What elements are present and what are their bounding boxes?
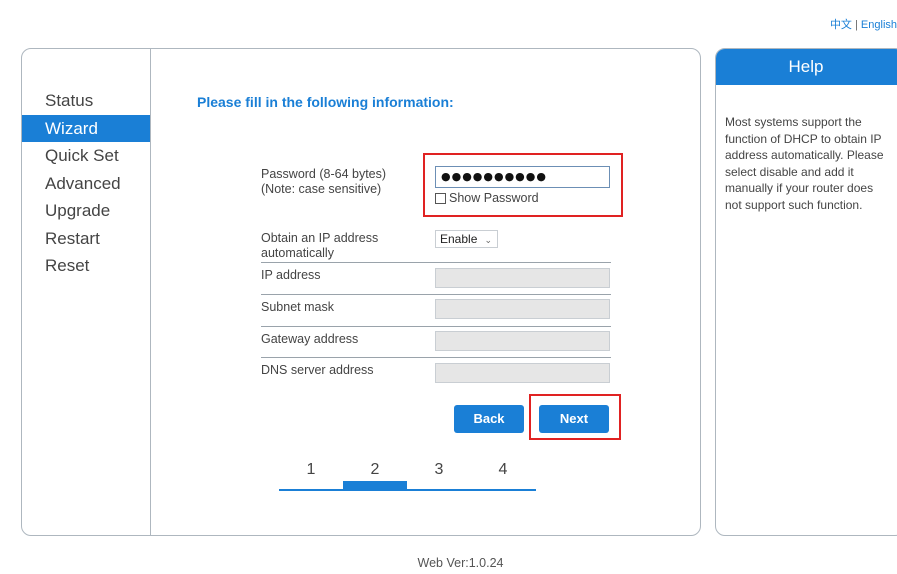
step-2: 2 — [370, 461, 380, 478]
help-panel: Help Most systems support the function o… — [715, 48, 897, 536]
ip-address-label: IP address — [261, 268, 321, 282]
dhcp-label: Obtain an IP address automatically — [261, 231, 378, 261]
sidebar-item-reset[interactable]: Reset — [22, 252, 150, 280]
sidebar-item-upgrade[interactable]: Upgrade — [22, 197, 150, 225]
dhcp-label-line1: Obtain an IP address — [261, 231, 379, 245]
step-4: 4 — [498, 461, 508, 478]
sidebar-item-advanced[interactable]: Advanced — [22, 170, 150, 198]
divider — [261, 357, 611, 358]
subnet-mask-input[interactable] — [435, 299, 610, 319]
page-title: Please fill in the following information… — [197, 94, 454, 110]
divider — [261, 326, 611, 327]
main-panel: Status Wizard Quick Set Advanced Upgrade… — [21, 48, 701, 536]
password-label-line1: Password (8-64 bytes) — [261, 167, 387, 181]
show-password-label: Show Password — [449, 191, 539, 205]
step-track-line — [279, 489, 536, 491]
show-password-toggle[interactable]: Show Password — [435, 191, 539, 205]
sidebar: Status Wizard Quick Set Advanced Upgrade… — [22, 49, 151, 535]
sidebar-item-restart[interactable]: Restart — [22, 225, 150, 253]
step-indicator: 1 2 3 4 — [279, 461, 536, 491]
dns-server-label: DNS server address — [261, 363, 374, 377]
wizard-content: Please fill in the following information… — [151, 49, 700, 535]
step-3: 3 — [434, 461, 444, 478]
sidebar-nav: Status Wizard Quick Set Advanced Upgrade… — [22, 87, 150, 280]
chevron-down-icon: ⌄ — [484, 235, 492, 245]
step-1: 1 — [306, 461, 316, 478]
next-button[interactable]: Next — [539, 405, 609, 433]
language-english-link[interactable]: English — [861, 19, 897, 31]
show-password-checkbox[interactable] — [435, 192, 446, 204]
language-switcher: 中文 | English — [830, 16, 897, 32]
help-title: Help — [716, 49, 897, 85]
sidebar-item-wizard[interactable]: Wizard — [22, 114, 150, 142]
divider — [261, 262, 611, 263]
sidebar-item-status[interactable]: Status — [22, 87, 150, 115]
gateway-address-label: Gateway address — [261, 332, 359, 346]
dhcp-select-value: Enable — [440, 232, 478, 246]
password-label-line2: (Note: case sensitive) — [261, 182, 382, 196]
password-label: Password (8-64 bytes) (Note: case sensit… — [261, 167, 386, 197]
language-chinese-link[interactable]: 中文 — [830, 19, 852, 31]
ip-address-input[interactable] — [435, 268, 610, 288]
dns-server-input[interactable] — [435, 363, 610, 383]
sidebar-item-quick-set[interactable]: Quick Set — [22, 142, 150, 170]
divider — [261, 294, 611, 295]
language-separator: | — [855, 19, 858, 31]
subnet-mask-label: Subnet mask — [261, 300, 334, 314]
password-input[interactable]: ●●●●●●●●●● — [435, 166, 610, 188]
help-text: Most systems support the function of DHC… — [725, 115, 884, 212]
back-button[interactable]: Back — [454, 405, 524, 433]
footer-version: Web Ver:1.0.24 — [417, 556, 504, 570]
dhcp-select[interactable]: Enable ⌄ — [435, 230, 498, 248]
page-root: 中文 | English Status Wizard Quick Set Adv… — [0, 0, 897, 574]
gateway-address-input[interactable] — [435, 331, 610, 351]
dhcp-label-line2: automatically — [261, 246, 334, 260]
